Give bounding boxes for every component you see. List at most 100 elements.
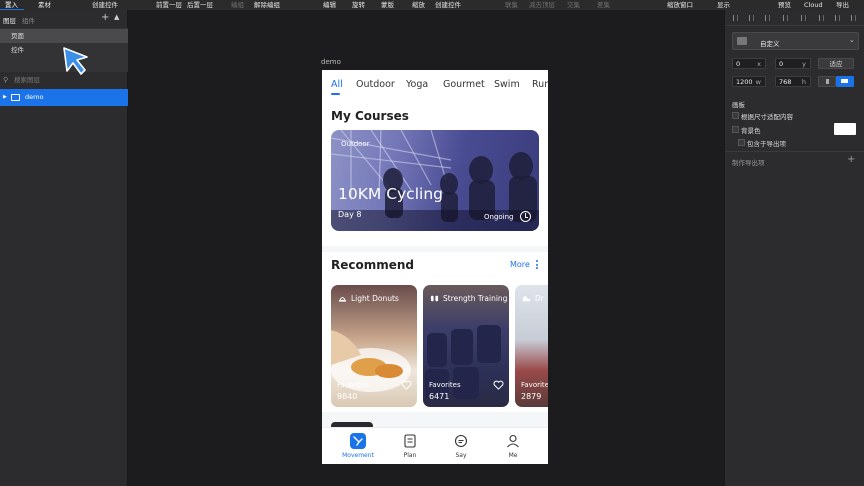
my-courses-section: My Courses Outdoor 10KM Cycling Day 8 On…	[322, 98, 548, 246]
x-field[interactable]: 0x	[732, 58, 766, 69]
tab-gourmet[interactable]: Gourmet	[443, 79, 485, 90]
card-favorites-count: 2879	[521, 392, 542, 401]
distribute-v-icon[interactable]	[851, 15, 856, 21]
tab-components[interactable]: 组件	[22, 15, 35, 25]
recommend-card-donuts[interactable]: Light Donuts Favorites 9840	[331, 285, 417, 407]
y-value: 0	[779, 60, 784, 68]
user-icon	[505, 433, 521, 449]
tab-swim[interactable]: Swim	[494, 79, 520, 90]
align-bottom-icon[interactable]	[819, 15, 824, 21]
tab-yoga[interactable]: Yoga	[406, 79, 428, 90]
background-checkbox[interactable]	[732, 126, 739, 133]
tabbar-plan[interactable]: Plan	[390, 428, 430, 464]
tabbar-label: Movement	[342, 452, 374, 459]
plus-icon[interactable]: +	[101, 12, 109, 23]
left-panel: 图层 组件 + ▲ 页面 控件 ⚲ 搜索图层 ▶ demo	[0, 10, 128, 486]
menu-item-intersect[interactable]: 交集	[567, 0, 580, 10]
heart-icon[interactable]	[493, 380, 504, 390]
tab-layers[interactable]: 图层	[3, 15, 16, 25]
fit-button[interactable]: 适应	[818, 58, 854, 69]
fit-content-checkbox[interactable]	[732, 112, 739, 119]
tabbar-label: Me	[508, 452, 518, 459]
more-link[interactable]: More	[510, 260, 530, 269]
tabbar-say[interactable]: Say	[441, 428, 481, 464]
align-right-icon[interactable]	[765, 15, 770, 21]
tabbar-movement[interactable]: Movement	[338, 428, 378, 464]
menu-item-send-backward[interactable]: 后置一层	[187, 0, 213, 10]
menu-bar: 置入 素材 创建控件 前置一层 后置一层 编组 解除编组 编辑 旋转 蒙版 缩放…	[0, 0, 864, 10]
width-value: 1200	[736, 78, 753, 86]
menu-item-preview[interactable]: 预览	[778, 0, 791, 10]
artboard-phone[interactable]: All Outdoor Yoga Gourmet Swim Run My Cou…	[322, 70, 548, 464]
more-dots-icon[interactable]	[536, 260, 539, 270]
menu-item-mask[interactable]: 蒙版	[381, 0, 394, 10]
menu-item-ungroup[interactable]: 解除编组	[254, 0, 280, 10]
tabbar-me[interactable]: Me	[493, 428, 533, 464]
layer-label: demo	[25, 93, 44, 101]
width-field[interactable]: 1200 w	[732, 76, 766, 87]
card-favorites-label: Favorites	[337, 381, 369, 389]
card-favorites-count: 6471	[429, 392, 450, 401]
tab-active-indicator	[331, 93, 340, 95]
recommend-card-third[interactable]: Dr Favorites 2879	[515, 285, 548, 407]
layer-row-demo[interactable]: ▶ demo	[0, 89, 128, 106]
menu-item-subtract[interactable]: 减去顶层	[529, 0, 555, 10]
menu-item-scale[interactable]: 缩放	[412, 0, 425, 10]
background-label: 背景色	[741, 127, 761, 135]
device-icon	[737, 37, 747, 45]
recommend-card-strength[interactable]: Strength Training Favorites 6471	[423, 285, 509, 407]
card-title: Light Donuts	[351, 294, 399, 303]
right-panel: 自定义 ⌄ 0x 0y 适应 1200 w 768 h 画板 根据尺寸适配内容 背景…	[724, 10, 864, 486]
bottom-tab-bar: Movement Plan Say Me	[322, 427, 548, 464]
artboard-preset-select[interactable]: 自定义 ⌄	[732, 32, 859, 50]
menu-item-display[interactable]: 显示	[717, 0, 730, 10]
recommend-section: Recommend More Light Donuts Favorites 98…	[322, 252, 548, 412]
menu-item-cloud[interactable]: Cloud	[804, 0, 823, 10]
left-panel-tabs: 图层 组件 + ▲	[0, 10, 128, 28]
menu-item-assets[interactable]: 素材	[38, 0, 51, 10]
menu-item-rotate[interactable]: 旋转	[352, 0, 365, 10]
tab-all[interactable]: All	[331, 79, 343, 90]
menu-item-export[interactable]: 导出	[836, 0, 849, 10]
chevron-up-icon[interactable]: ▲	[114, 13, 119, 21]
add-export-icon[interactable]: +	[847, 154, 855, 165]
menu-item-bring-forward[interactable]: 前置一层	[156, 0, 182, 10]
align-top-icon[interactable]	[783, 15, 788, 21]
menu-item-union[interactable]: 联集	[505, 0, 518, 10]
category-tabs: All Outdoor Yoga Gourmet Swim Run	[322, 70, 548, 98]
movement-icon	[350, 433, 366, 449]
hero-title: 10KM Cycling	[338, 185, 443, 203]
menu-item-zoom-window[interactable]: 缩放窗口	[667, 0, 693, 10]
search-icon: ⚲	[3, 76, 9, 84]
y-field[interactable]: 0y	[775, 58, 811, 69]
distribute-h-icon[interactable]	[835, 15, 840, 21]
artboard-section-title: 画板	[732, 101, 745, 109]
menu-item-edit[interactable]: 编辑	[323, 0, 336, 10]
course-hero-card[interactable]: Outdoor 10KM Cycling Day 8 Ongoing	[331, 130, 539, 231]
menu-item-group[interactable]: 编组	[231, 0, 244, 10]
height-field[interactable]: 768 h	[775, 76, 811, 87]
tab-outdoor[interactable]: Outdoor	[356, 79, 395, 90]
hero-day: Day 8	[338, 210, 362, 219]
menu-item-difference[interactable]: 差集	[597, 0, 610, 10]
portrait-toggle[interactable]	[818, 76, 836, 87]
artboard-label[interactable]: demo	[321, 58, 341, 66]
clock-icon	[520, 211, 531, 222]
layer-search-placeholder: 搜索图层	[14, 76, 40, 84]
divider	[725, 151, 864, 152]
include-export-label: 包含于导出项	[747, 140, 786, 148]
menu-item-create-control[interactable]: 创建控件	[92, 0, 118, 10]
expand-triangle-icon[interactable]: ▶	[3, 89, 7, 106]
background-color-swatch[interactable]	[834, 123, 856, 135]
align-middle-icon[interactable]	[801, 15, 806, 21]
page-item-pages[interactable]: 页面	[0, 29, 128, 43]
menu-item-create-control-2[interactable]: 创建控件	[435, 0, 461, 10]
align-center-h-icon[interactable]	[749, 15, 754, 21]
tab-run[interactable]: Run	[532, 79, 548, 90]
heart-icon[interactable]	[401, 380, 412, 390]
tabbar-label: Plan	[403, 452, 417, 459]
include-export-checkbox[interactable]	[738, 139, 745, 146]
tabbar-label: Say	[455, 452, 467, 459]
landscape-toggle[interactable]	[836, 76, 854, 87]
align-left-icon[interactable]	[733, 15, 738, 21]
